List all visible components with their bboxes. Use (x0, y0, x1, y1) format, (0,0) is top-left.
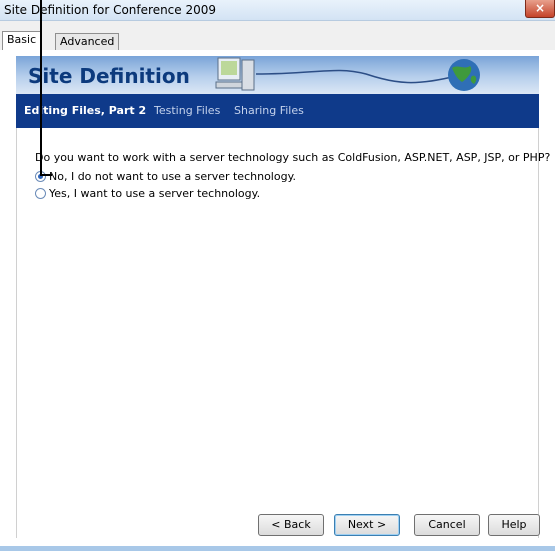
nav-testing-files[interactable]: Testing Files (154, 104, 220, 117)
tab-advanced[interactable]: Advanced (55, 33, 120, 50)
option-yes-server-label: Yes, I want to use a server technology. (49, 187, 261, 200)
window-bottom-edge (0, 546, 555, 551)
close-button[interactable]: × (525, 0, 555, 18)
nav-sharing-files[interactable]: Sharing Files (234, 104, 304, 117)
option-yes-server[interactable]: Yes, I want to use a server technology. (35, 187, 260, 200)
back-button[interactable]: < Back (258, 514, 324, 536)
window-title: Site Definition for Conference 2009 (4, 3, 217, 17)
connection-line (255, 69, 457, 84)
computer-globe-illustration (215, 57, 480, 91)
wizard-banner: Site Definition (16, 56, 539, 94)
globe-icon (448, 59, 480, 91)
title-bar: Site Definition for Conference 2009 × (0, 0, 555, 21)
close-icon: × (534, 1, 546, 15)
wizard-step-nav: Editing Files, Part 2 Testing Files Shar… (16, 94, 539, 128)
computer-icon (215, 57, 255, 91)
next-button[interactable]: Next > (334, 514, 400, 536)
server-technology-question: Do you want to work with a server techno… (35, 151, 551, 164)
radio-yes-server[interactable] (35, 188, 46, 199)
callout-line-vertical (40, 0, 42, 176)
nav-editing-files-part-2[interactable]: Editing Files, Part 2 (24, 104, 146, 117)
cancel-button[interactable]: Cancel (414, 514, 480, 536)
callout-line-horizontal (40, 174, 52, 176)
help-button[interactable]: Help (488, 514, 540, 536)
option-no-server[interactable]: No, I do not want to use a server techno… (35, 170, 296, 183)
tab-basic[interactable]: Basic (2, 31, 42, 50)
option-no-server-label: No, I do not want to use a server techno… (49, 170, 297, 183)
tab-strip: Basic Advanced (0, 21, 555, 50)
